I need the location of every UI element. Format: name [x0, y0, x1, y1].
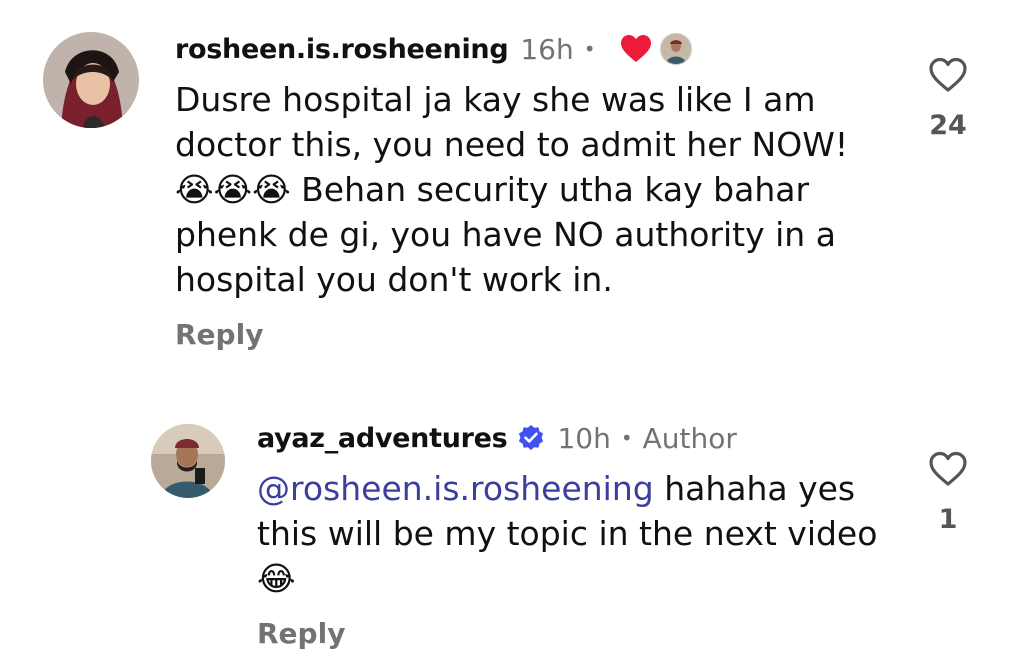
like-count: 1 [938, 504, 958, 535]
avatar[interactable] [43, 32, 139, 128]
timestamp: 10h [557, 421, 611, 455]
reply-body: ayaz_adventures 10h • Author @rosheen.is… [257, 418, 897, 651]
timestamp: 16h [520, 32, 574, 66]
mention-link[interactable]: @rosheen.is.rosheening [257, 469, 654, 508]
avatar[interactable] [151, 424, 225, 498]
like-button[interactable]: 1 [918, 450, 978, 535]
comment-meta: rosheen.is.rosheening 16h • [175, 29, 875, 69]
author-label: Author [642, 421, 737, 455]
username[interactable]: ayaz_adventures [257, 423, 508, 454]
like-button[interactable]: 24 [918, 56, 978, 141]
comment-meta: ayaz_adventures 10h • Author [257, 418, 897, 458]
heart-outline-icon[interactable] [928, 450, 968, 488]
heart-filled-icon [620, 35, 651, 62]
reply-button[interactable]: Reply [175, 318, 875, 351]
author-avatar [659, 33, 692, 65]
like-count: 24 [929, 110, 967, 141]
username[interactable]: rosheen.is.rosheening [175, 34, 509, 65]
separator-dot: • [583, 37, 596, 61]
comment-text: Dusre hospital ja kay she was like I am … [175, 80, 849, 299]
comment-body: rosheen.is.rosheening 16h • Dusre hospit… [175, 29, 875, 352]
separator-dot: • [620, 426, 633, 450]
heart-outline-icon[interactable] [928, 56, 968, 94]
verified-badge-icon [519, 425, 544, 450]
comment-text: @rosheen.is.rosheening hahaha yes this w… [257, 466, 897, 601]
reply-button[interactable]: Reply [257, 617, 897, 650]
comment: rosheen.is.rosheening 16h • Dusre hospit… [0, 0, 1024, 380]
